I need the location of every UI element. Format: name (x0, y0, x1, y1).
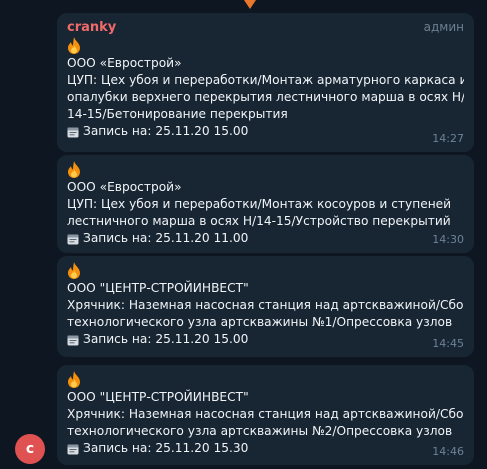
record-line: Запись на: 25.11.20 15.00 (67, 123, 464, 140)
record-text: Запись на: 25.11.20 15.30 (83, 441, 249, 455)
scroll-indicator-arrow-icon[interactable] (244, 0, 256, 9)
author-role-badge: админ (423, 20, 464, 34)
record-text: Запись на: 25.11.20 11.00 (83, 231, 249, 245)
calendar-icon (67, 234, 79, 244)
message-text-line: лестничного марша в осях Н/14-15/Устройс… (67, 214, 451, 228)
fire-icon (68, 371, 80, 388)
message-text-line: опалубки верхнего перекрытия лестничного… (67, 90, 464, 104)
company-name: ООО "ЦЕНТР-СТРОЙИНВЕСТ" (67, 281, 249, 295)
calendar-icon (67, 127, 79, 137)
record-text: Запись на: 25.11.20 15.00 (83, 124, 249, 138)
message-text-line: 14-15/Бетонирование перекрытия (67, 107, 288, 121)
company-name: ООО "ЦЕНТР-СТРОЙИНВЕСТ" (67, 390, 249, 404)
record-line: Запись на: 25.11.20 15.00 (67, 331, 464, 348)
message-time: 14:30 (432, 233, 464, 246)
message-time: 14:27 (432, 132, 464, 145)
message-text-line: Хрячник: Наземная насосная станция над а… (67, 298, 464, 312)
message-time: 14:45 (432, 337, 464, 350)
message-text-line: технологического узла артскважины №2/Опр… (67, 424, 453, 438)
message-text-line: ЦУП: Цех убоя и переработки/Монтаж армат… (67, 73, 464, 87)
record-line: Запись на: 25.11.20 15.30 (67, 440, 464, 457)
message-bubble[interactable]: ООО "ЦЕНТР-СТРОЙИНВЕСТ" Хрячник: Наземна… (57, 365, 474, 465)
author-name[interactable]: cranky (67, 19, 116, 36)
message-bubble[interactable]: cranky админ ООО «Еврострой» ЦУП: Цех уб… (57, 13, 474, 152)
calendar-icon (67, 444, 79, 454)
avatar[interactable]: c (15, 434, 45, 464)
message-bubble[interactable]: ООО «Еврострой» ЦУП: Цех убоя и перерабо… (57, 155, 474, 253)
message-header: cranky админ (67, 19, 464, 37)
fire-icon (68, 37, 80, 54)
message-text-line: Хрячник: Наземная насосная станция над а… (67, 407, 464, 421)
fire-icon (68, 161, 80, 178)
fire-icon (68, 262, 80, 279)
company-name: ООО «Еврострой» (67, 56, 182, 70)
message-text-line: ЦУП: Цех убоя и переработки/Монтаж косоу… (67, 197, 452, 211)
message-text-line: технологического узла артскважины №1/Опр… (67, 315, 453, 329)
calendar-icon (67, 335, 79, 345)
message-bubble[interactable]: ООО "ЦЕНТР-СТРОЙИНВЕСТ" Хрячник: Наземна… (57, 256, 474, 357)
message-time: 14:46 (432, 445, 464, 458)
record-text: Запись на: 25.11.20 15.00 (83, 332, 249, 346)
record-line: Запись на: 25.11.20 11.00 (67, 230, 464, 247)
company-name: ООО «Еврострой» (67, 180, 182, 194)
